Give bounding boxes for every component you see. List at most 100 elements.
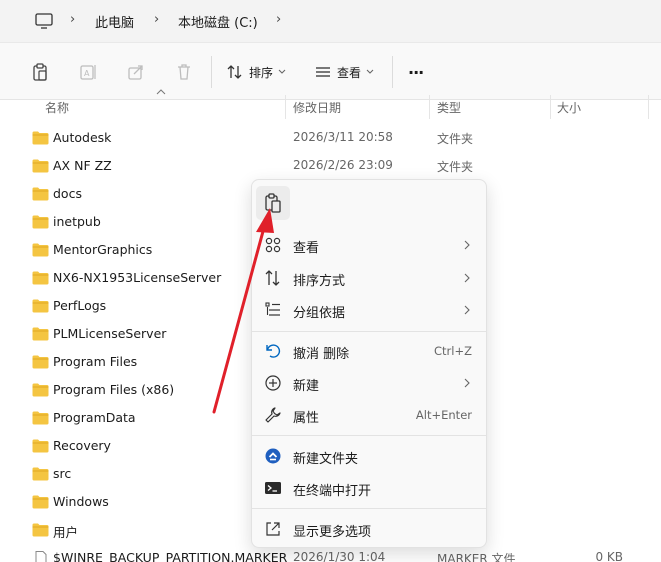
file-name: src	[53, 466, 72, 481]
wrench-icon	[265, 407, 281, 423]
menu-divider	[252, 508, 486, 509]
folder-icon	[32, 383, 49, 397]
view-label: 查看	[337, 65, 362, 80]
breadcrumb-separator-icon[interactable]: ›	[154, 12, 159, 27]
share-icon[interactable]	[126, 62, 146, 82]
menu-item-label: 撤消 删除	[293, 347, 350, 362]
menu-item-label: 显示更多选项	[293, 525, 372, 540]
delete-icon[interactable]	[174, 62, 194, 82]
file-name: PLMLicenseServer	[53, 326, 167, 341]
menu-item-new[interactable]: 新建	[256, 369, 482, 397]
menu-item-view[interactable]: 查看	[256, 231, 482, 259]
file-name: ProgramData	[53, 410, 136, 425]
breadcrumb-separator-icon[interactable]: ›	[276, 12, 281, 27]
show-more-icon	[266, 522, 280, 536]
folder-icon	[32, 327, 49, 341]
file-icon	[35, 551, 47, 562]
folder-icon	[32, 243, 49, 257]
group-by-icon	[265, 302, 280, 316]
menu-item-show-more-options[interactable]: 显示更多选项	[256, 515, 482, 543]
menu-item-label: 分组依据	[293, 306, 346, 321]
this-pc-icon[interactable]	[34, 12, 54, 30]
file-row[interactable]: AX NF ZZ 2026/2/26 23:09 文件夹	[0, 152, 661, 180]
file-date: 2026/2/26 23:09	[293, 158, 393, 172]
folder-icon	[32, 271, 49, 285]
menu-item-group-by[interactable]: 分组依据	[256, 296, 482, 324]
add-icon	[265, 375, 281, 391]
breadcrumb-local-disk[interactable]: 本地磁盘 (C:)	[178, 12, 258, 31]
column-size[interactable]: 大小	[557, 99, 581, 116]
breadcrumb-separator-icon[interactable]: ›	[70, 12, 75, 27]
file-row[interactable]: Autodesk 2026/3/11 20:58 文件夹	[0, 124, 661, 152]
menu-item-undo-delete[interactable]: 撤消 删除 Ctrl+Z	[256, 337, 482, 365]
file-name: docs	[53, 186, 82, 201]
column-name[interactable]: 名称	[45, 99, 69, 116]
paste-icon[interactable]	[30, 62, 50, 82]
chevron-right-icon	[464, 378, 470, 388]
folder-icon	[32, 467, 49, 481]
menu-divider	[252, 331, 486, 332]
column-modified[interactable]: 修改日期	[293, 99, 341, 116]
paste-button[interactable]	[256, 186, 290, 220]
grid-view-icon	[265, 237, 281, 253]
toolbar-divider	[211, 56, 212, 88]
file-date: 2026/3/11 20:58	[293, 130, 393, 144]
sort-button[interactable]: 排序	[226, 62, 286, 82]
file-name: Program Files (x86)	[53, 382, 175, 397]
file-type: 文件夹	[437, 132, 474, 146]
chevron-right-icon	[464, 273, 470, 283]
folder-icon	[32, 299, 49, 313]
column-separator[interactable]	[550, 95, 551, 119]
rename-icon[interactable]: A	[78, 62, 98, 82]
file-name: Windows	[53, 494, 109, 509]
column-separator[interactable]	[285, 95, 286, 119]
folder-icon	[32, 439, 49, 453]
file-name: Program Files	[53, 354, 138, 369]
file-type: MARKER 文件	[437, 552, 516, 562]
toolbar-divider	[392, 56, 393, 88]
folder-icon	[32, 355, 49, 369]
file-name: PerfLogs	[53, 298, 107, 313]
file-name: 用户	[53, 525, 79, 540]
folder-icon	[32, 131, 49, 145]
paste-icon	[265, 193, 281, 213]
shortcut-label: Alt+Enter	[415, 408, 472, 422]
column-separator[interactable]	[648, 95, 649, 119]
terminal-icon	[265, 482, 281, 494]
column-type[interactable]: 类型	[437, 99, 461, 116]
menu-item-open-in-terminal[interactable]: 在终端中打开	[256, 474, 482, 502]
file-name: inetpub	[53, 214, 101, 229]
sort-label: 排序	[249, 65, 274, 80]
menu-item-properties[interactable]: 属性 Alt+Enter	[256, 401, 482, 429]
menu-item-label: 排序方式	[293, 274, 346, 289]
svg-text:A: A	[84, 69, 90, 78]
shortcut-label: Ctrl+Z	[434, 344, 472, 358]
new-folder-icon	[265, 448, 281, 464]
folder-icon	[32, 215, 49, 229]
folder-icon	[32, 187, 49, 201]
file-name: MentorGraphics	[53, 242, 153, 257]
more-options-button[interactable]: ···	[408, 62, 424, 82]
folder-icon	[32, 495, 49, 509]
sort-icon	[265, 270, 280, 286]
folder-icon	[32, 159, 49, 173]
file-date: 2026/1/30 1:04	[293, 550, 386, 562]
address-bar: › 此电脑 › 本地磁盘 (C:) ›	[0, 0, 661, 42]
menu-item-new-folder[interactable]: 新建文件夹	[256, 442, 482, 470]
sort-icon	[227, 65, 242, 79]
folder-icon	[32, 523, 49, 537]
folder-icon	[32, 411, 49, 425]
menu-item-label: 在终端中打开	[293, 484, 372, 499]
breadcrumb-this-pc[interactable]: 此电脑	[95, 12, 134, 31]
menu-item-sort-by[interactable]: 排序方式	[256, 264, 482, 292]
column-separator[interactable]	[429, 95, 430, 119]
view-icon	[316, 67, 330, 77]
menu-item-label: 查看	[293, 241, 320, 256]
column-header: 名称 修改日期 类型 大小	[0, 95, 661, 119]
file-name: Recovery	[53, 438, 111, 453]
chevron-right-icon	[464, 305, 470, 315]
menu-item-label: 新建文件夹	[293, 452, 359, 467]
chevron-right-icon	[464, 240, 470, 250]
undo-icon	[266, 344, 281, 358]
view-button[interactable]: 查看	[314, 62, 374, 82]
